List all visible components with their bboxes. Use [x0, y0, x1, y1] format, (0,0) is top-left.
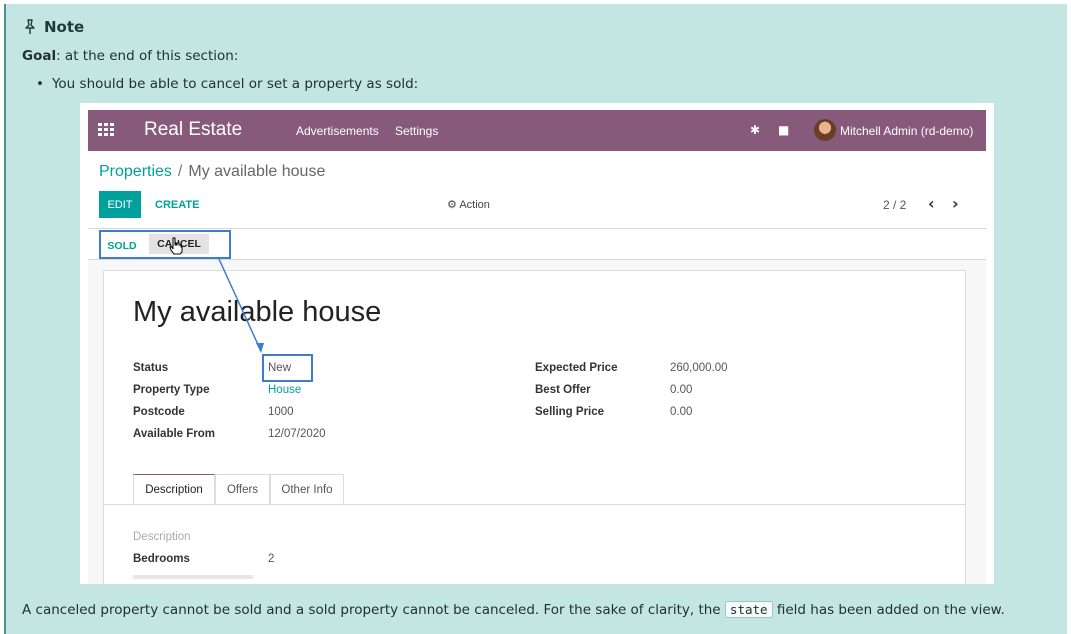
field-label-available-from: Available From	[133, 428, 216, 440]
note-title: Note	[44, 18, 85, 36]
app-brand[interactable]: Real Estate	[144, 119, 242, 141]
tab-other-info[interactable]: Other Info	[270, 474, 344, 504]
top-navbar: Real Estate Advertisements Settings ✱ ■ …	[88, 110, 986, 151]
field-value-best-offer: 0.00	[670, 384, 693, 396]
tab-offers[interactable]: Offers	[215, 474, 270, 504]
cut-off-row	[133, 575, 253, 579]
field-label-expected-price: Expected Price	[535, 362, 618, 374]
field-label-selling-price: Selling Price	[535, 406, 605, 418]
goal-bullet: You should be able to cancel or set a pr…	[36, 76, 418, 92]
pager-value[interactable]: 2 / 2	[883, 198, 906, 212]
breadcrumb-properties[interactable]: Properties	[99, 163, 172, 180]
avatar[interactable]	[814, 119, 836, 141]
field-value-selling-price: 0.00	[670, 406, 693, 418]
field-label-best-offer: Best Offer	[535, 384, 591, 396]
field-value-property-type[interactable]: House	[268, 384, 301, 396]
footer-text-before: A canceled property cannot be sold and a…	[22, 602, 721, 618]
apps-grid-icon[interactable]	[98, 123, 114, 137]
footer-text-after: field has been added on the view.	[776, 602, 1005, 618]
status-highlight-box	[262, 354, 313, 382]
description-field[interactable]: Description	[133, 531, 191, 543]
chevron-left-icon[interactable]: ‹	[928, 194, 935, 213]
buttons-highlight-box	[99, 230, 231, 259]
breadcrumb-separator: /	[177, 163, 183, 180]
field-value-postcode: 1000	[268, 406, 294, 418]
goal-text: : at the end of this section:	[56, 48, 239, 64]
footer-paragraph: A canceled property cannot be sold and a…	[22, 601, 1005, 618]
odoo-screenshot: Real Estate Advertisements Settings ✱ ■ …	[80, 103, 994, 584]
menu-advertisements[interactable]: Advertisements	[296, 124, 379, 138]
action-menu[interactable]: ⚙ Action	[447, 198, 490, 211]
action-label: Action	[459, 199, 490, 211]
record-title: My available house	[133, 296, 382, 328]
breadcrumb-current: My available house	[188, 163, 326, 180]
tab-description[interactable]: Description	[133, 474, 215, 504]
pin-icon	[25, 19, 35, 34]
note-heading: Note	[22, 18, 84, 36]
field-label-status: Status	[133, 362, 169, 374]
field-label-bedrooms: Bedrooms	[133, 553, 190, 565]
field-value-available-from: 12/07/2020	[268, 428, 326, 440]
chevron-right-icon[interactable]: ›	[952, 194, 959, 213]
edit-button[interactable]: EDIT	[99, 191, 141, 218]
field-label-postcode: Postcode	[133, 406, 185, 418]
breadcrumb: Properties / My available house	[99, 163, 325, 181]
user-menu[interactable]: Mitchell Admin (rd-demo)	[840, 124, 973, 138]
menu-settings[interactable]: Settings	[395, 124, 438, 138]
tabs-divider	[104, 504, 965, 505]
hand-cursor-icon	[169, 237, 183, 255]
gift-icon[interactable]: ■	[778, 123, 789, 137]
bug-icon[interactable]: ✱	[750, 123, 760, 137]
field-value-bedrooms: 2	[268, 553, 275, 565]
goal-label: Goal	[22, 48, 57, 64]
goal-line: Goal: at the end of this section:	[22, 48, 238, 64]
gear-icon: ⚙	[447, 199, 457, 211]
create-button[interactable]: CREATE	[147, 191, 207, 218]
field-value-expected-price: 260,000.00	[670, 362, 728, 374]
inline-code-state: state	[724, 601, 773, 618]
field-label-property-type: Property Type	[133, 384, 210, 396]
